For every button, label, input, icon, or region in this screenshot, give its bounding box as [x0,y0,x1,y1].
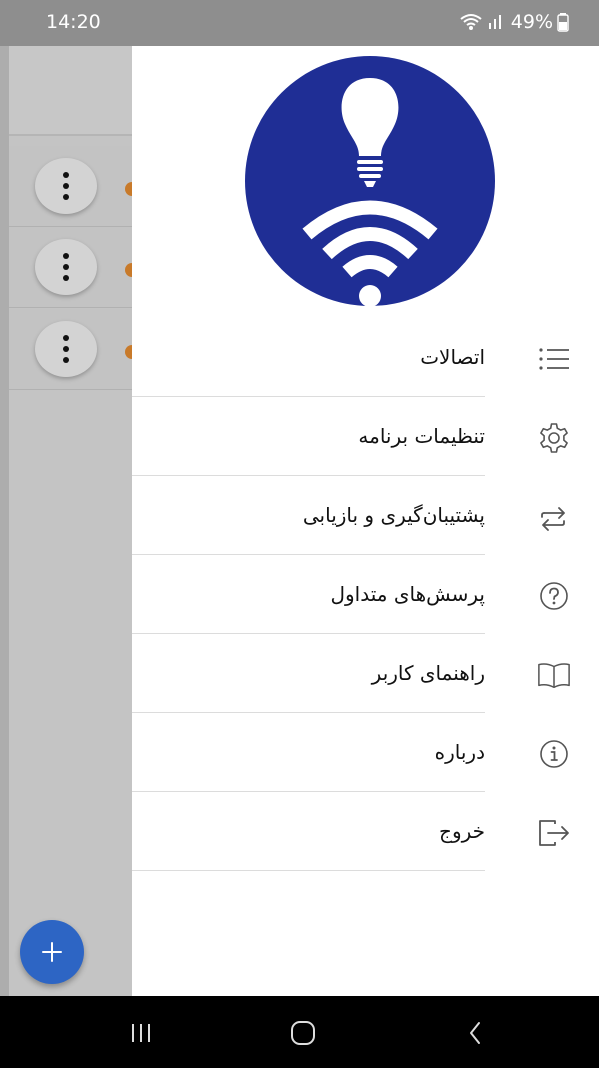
system-nav-bar [0,996,599,1068]
more-vert-icon[interactable] [35,321,97,377]
menu-item-user-guide[interactable]: راهنمای کاربر [132,634,599,713]
recents-icon [132,1024,150,1042]
list-item [9,309,139,390]
background-toolbar [9,46,139,136]
menu-item-faq[interactable]: پرسش‌های متداول [132,555,599,634]
more-vert-icon[interactable] [35,239,97,295]
menu-item-connections[interactable]: اتصالات [132,318,599,397]
book-icon [537,658,571,692]
status-time: 14:20 [46,11,101,33]
back-button[interactable] [455,1020,495,1046]
back-icon [470,1022,480,1044]
logout-icon [537,816,571,850]
menu-item-settings[interactable]: تنظیمات برنامه [132,397,599,476]
menu-item-label: پشتیبان‌گیری و بازیابی [302,503,485,527]
menu-item-label: خروج [439,819,485,843]
menu-item-label: اتصالات [420,345,485,369]
menu-item-about[interactable]: درباره [132,713,599,792]
divider [132,870,485,871]
list-item [9,227,139,308]
menu-item-label: راهنمای کاربر [371,661,485,685]
status-bar: 14:20 49% [0,0,599,46]
menu-item-label: تنظیمات برنامه [358,424,485,448]
menu-item-backup-restore[interactable]: پشتیبان‌گیری و بازیابی [132,476,599,555]
battery-icon [557,13,569,32]
menu-item-label: پرسش‌های متداول [330,582,485,606]
status-icons: 49% [459,11,569,33]
more-vert-icon[interactable] [35,158,97,214]
drawer-menu: اتصالات تنظیمات برنامه پشتیبان‌گیری و با… [132,318,599,871]
wifi-icon [460,14,482,30]
background-edge [0,46,9,996]
info-circle-icon [537,737,571,771]
menu-item-logout[interactable]: خروج [132,792,599,871]
list-item [9,146,139,227]
add-fab-button[interactable] [20,920,84,984]
lightbulb-wifi-logo [245,56,495,307]
gear-icon [537,421,571,455]
home-button[interactable] [283,1020,323,1046]
battery-percent: 49% [510,11,553,33]
recents-button[interactable] [121,1020,161,1046]
home-icon [291,1021,315,1045]
signal-icon [488,15,501,29]
navigation-drawer: اتصالات تنظیمات برنامه پشتیبان‌گیری و با… [132,46,599,996]
sync-arrows-icon [537,500,571,534]
list-icon [537,342,571,376]
menu-item-label: درباره [434,740,485,764]
plus-icon [42,942,62,962]
question-circle-icon [537,579,571,613]
